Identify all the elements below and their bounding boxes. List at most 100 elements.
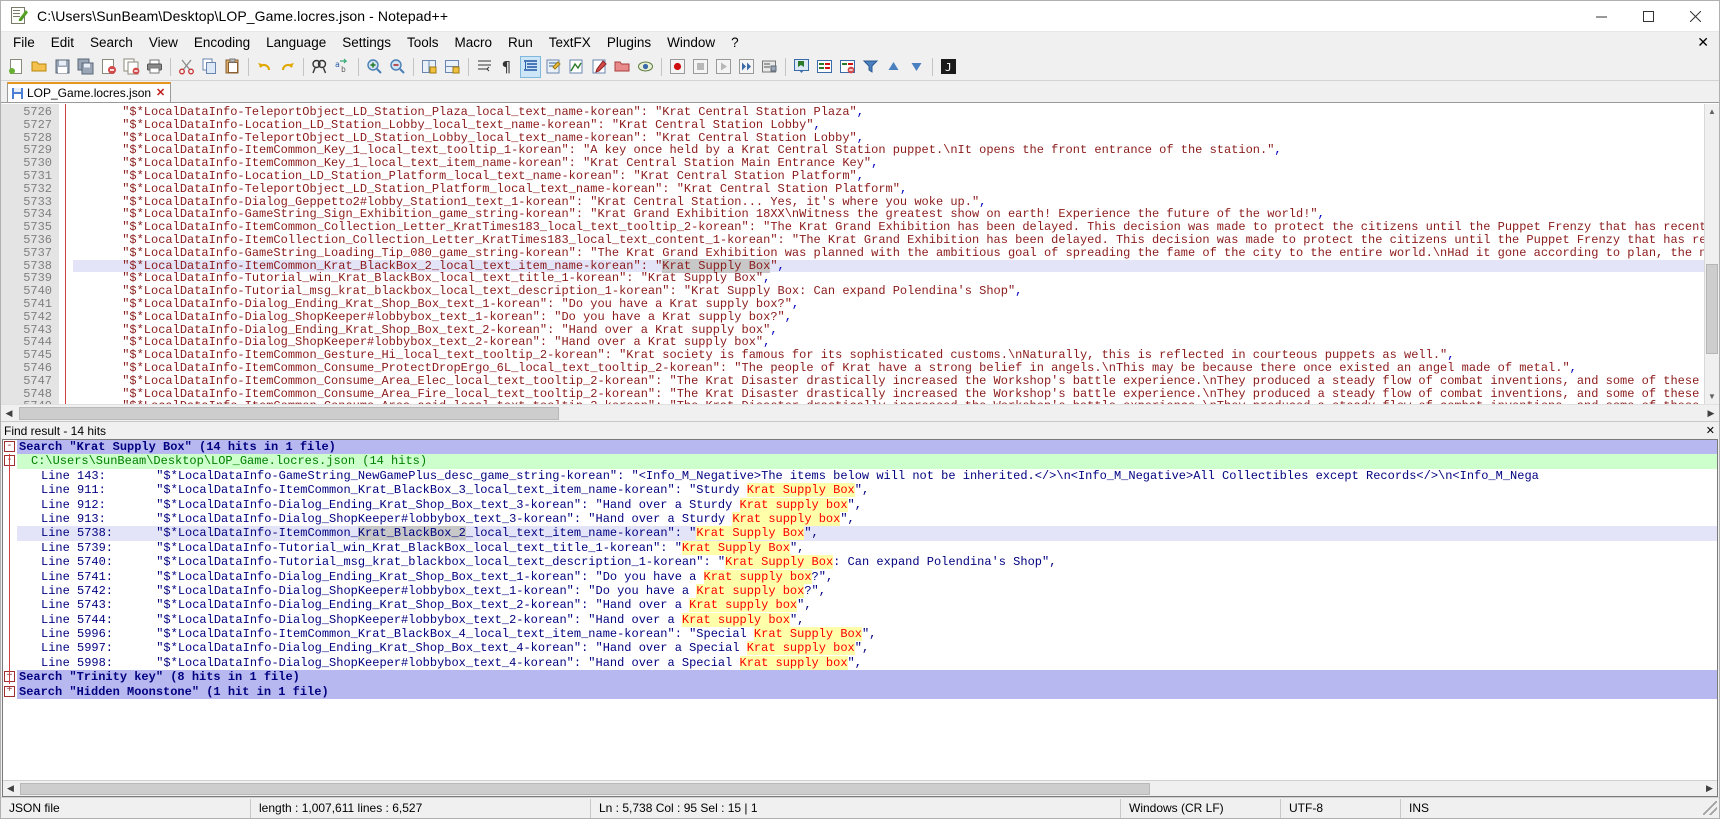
find-result-close-icon[interactable]: ✕	[1706, 424, 1715, 437]
remove-unmarked-icon[interactable]	[837, 56, 858, 78]
find-result-hit-row[interactable]: Line 5744: "$*LocalDataInfo-Dialog_ShopK…	[17, 612, 1717, 628]
user-define-dialog-icon[interactable]	[543, 56, 564, 78]
code-line[interactable]: "$*LocalDataInfo-TeleportObject_LD_Stati…	[73, 182, 1704, 196]
scroll-up-icon[interactable]: ▲	[1705, 104, 1719, 119]
find-result-list[interactable]: Search "Krat Supply Box" (14 hits in 1 f…	[17, 440, 1717, 780]
cut-icon[interactable]	[176, 56, 197, 78]
code-line[interactable]: "$*LocalDataInfo-Dialog_Ending_Krat_Shop…	[73, 298, 1704, 311]
maximize-icon[interactable]	[1625, 1, 1672, 32]
tab-close-icon[interactable]: ✕	[155, 87, 166, 99]
zoom-out-icon[interactable]	[387, 56, 408, 78]
menu-settings[interactable]: Settings	[334, 33, 399, 53]
scroll-left-icon[interactable]: ◀	[1, 405, 17, 421]
close-document-icon[interactable]: ✕	[1697, 34, 1709, 51]
fr-scroll-right-icon[interactable]: ▶	[1702, 783, 1717, 794]
invert-bookmark-icon[interactable]	[860, 56, 881, 78]
find-result-hit-row[interactable]: Line 5998: "$*LocalDataInfo-Dialog_ShopK…	[17, 655, 1717, 671]
code-line[interactable]: "$*LocalDataInfo-ItemCommon_Consume_Area…	[73, 400, 1704, 404]
status-insert-mode[interactable]: INS	[1401, 799, 1461, 818]
copy-icon[interactable]	[199, 56, 220, 78]
close-file-icon[interactable]	[98, 56, 119, 78]
find-result-hit-row[interactable]: Line 911: "$*LocalDataInfo-ItemCommon_Kr…	[17, 483, 1717, 498]
save-macro-icon[interactable]	[759, 56, 780, 78]
code-line[interactable]: "$*LocalDataInfo-ItemCollection_Collecti…	[73, 234, 1704, 247]
find-result-hit-row[interactable]: Line 5738: "$*LocalDataInfo-ItemCommon_K…	[17, 526, 1717, 541]
scroll-right-icon[interactable]: ▶	[1703, 405, 1719, 421]
word-wrap-icon[interactable]	[474, 56, 495, 78]
code-area[interactable]: "$*LocalDataInfo-TeleportObject_LD_Stati…	[73, 104, 1704, 404]
status-encoding[interactable]: UTF-8	[1281, 798, 1401, 818]
code-line[interactable]: "$*LocalDataInfo-TeleportObject_LD_Stati…	[73, 106, 1704, 119]
find-result-horizontal-scrollbar[interactable]: ◀ ▶	[3, 780, 1717, 796]
paste-icon[interactable]	[222, 56, 243, 78]
find-result-hit-row[interactable]: Line 913: "$*LocalDataInfo-Dialog_ShopKe…	[17, 511, 1717, 527]
menu-window[interactable]: Window	[659, 33, 723, 53]
find-result-hit-row[interactable]: Line 912: "$*LocalDataInfo-Dialog_Ending…	[17, 497, 1717, 512]
close-all-icon[interactable]	[121, 56, 142, 78]
menu-help[interactable]: ?	[723, 33, 747, 53]
menu-textfx[interactable]: TextFX	[541, 33, 599, 53]
next-bookmark-icon[interactable]	[906, 56, 927, 78]
hscroll-track[interactable]	[17, 405, 1703, 421]
vscroll-track[interactable]	[1705, 119, 1719, 389]
editor-vertical-scrollbar[interactable]: ▲ ▼	[1704, 104, 1719, 404]
expand-icon[interactable]: +	[4, 685, 15, 697]
find-result-hit-row[interactable]: Line 5741: "$*LocalDataInfo-Dialog_Endin…	[17, 569, 1717, 584]
function-list-icon[interactable]	[589, 56, 610, 78]
find-icon[interactable]	[309, 56, 330, 78]
hscroll-thumb[interactable]	[19, 406, 559, 420]
minimize-icon[interactable]	[1578, 1, 1625, 32]
document-map-icon[interactable]	[566, 56, 587, 78]
menu-file[interactable]: File	[5, 33, 43, 53]
editor-horizontal-scrollbar[interactable]: ◀ ▶	[1, 404, 1719, 421]
code-line[interactable]: "$*LocalDataInfo-GameString_Loading_Tip_…	[73, 246, 1704, 260]
find-result-hit-row[interactable]: Line 5739: "$*LocalDataInfo-Tutorial_win…	[17, 540, 1717, 556]
code-line[interactable]: "$*LocalDataInfo-Dialog_ShopKeeper#lobby…	[73, 310, 1704, 324]
remove-bookmark-icon[interactable]	[814, 56, 835, 78]
find-result-hit-row[interactable]: Line 5740: "$*LocalDataInfo-Tutorial_msg…	[17, 555, 1717, 570]
open-file-icon[interactable]	[29, 56, 50, 78]
status-eol-format[interactable]: Windows (CR LF)	[1121, 798, 1281, 818]
menu-language[interactable]: Language	[258, 33, 334, 53]
scroll-down-icon[interactable]: ▼	[1705, 389, 1719, 404]
find-result-hit-row[interactable]: Line 5996: "$*LocalDataInfo-ItemCommon_K…	[17, 627, 1717, 642]
stop-recording-icon[interactable]	[690, 56, 711, 78]
tab-lop-game-locres-json[interactable]: LOP_Game.locres.json ✕	[7, 82, 172, 102]
save-icon[interactable]	[52, 56, 73, 78]
replace-icon[interactable]: ab	[332, 56, 353, 78]
code-line[interactable]: "$*LocalDataInfo-ItemCommon_Consume_Prot…	[73, 362, 1704, 375]
menu-run[interactable]: Run	[500, 33, 541, 53]
menu-plugins[interactable]: Plugins	[599, 33, 659, 53]
find-result-hit-row[interactable]: Line 143: "$*LocalDataInfo-GameString_Ne…	[17, 468, 1717, 484]
save-all-icon[interactable]	[75, 56, 96, 78]
code-line[interactable]: "$*LocalDataInfo-ItemCommon_Consume_Area…	[73, 374, 1704, 388]
menu-encoding[interactable]: Encoding	[186, 33, 258, 53]
json-viewer-icon[interactable]: J	[938, 56, 959, 78]
menu-view[interactable]: View	[141, 33, 186, 53]
sync-vertical-scroll-icon[interactable]	[419, 56, 440, 78]
play-macro-icon[interactable]	[713, 56, 734, 78]
record-macro-icon[interactable]	[667, 56, 688, 78]
find-result-hit-row[interactable]: Line 5742: "$*LocalDataInfo-Dialog_ShopK…	[17, 583, 1717, 599]
previous-bookmark-icon[interactable]	[883, 56, 904, 78]
menu-tools[interactable]: Tools	[399, 33, 447, 53]
print-icon[interactable]	[144, 56, 165, 78]
find-result-fold-margin[interactable]: --++	[3, 440, 17, 780]
menu-edit[interactable]: Edit	[43, 33, 82, 53]
new-file-icon[interactable]	[6, 56, 27, 78]
find-result-hit-row[interactable]: Line 5997: "$*LocalDataInfo-Dialog_Endin…	[17, 641, 1717, 656]
redo-icon[interactable]	[277, 56, 298, 78]
folder-as-workspace-icon[interactable]	[612, 56, 633, 78]
resize-grip-icon[interactable]	[1703, 801, 1717, 815]
find-result-search-header[interactable]: Search "Hidden Moonstone" (1 hit in 1 fi…	[17, 684, 1717, 700]
find-result-hit-row[interactable]: Line 5743: "$*LocalDataInfo-Dialog_Endin…	[17, 598, 1717, 613]
fr-hscroll-thumb[interactable]	[20, 782, 1150, 795]
find-result-search-header[interactable]: Search "Trinity key" (8 hits in 1 file)	[17, 670, 1717, 685]
menu-search[interactable]: Search	[82, 33, 141, 53]
vscroll-thumb[interactable]	[1706, 264, 1718, 354]
collapse-icon[interactable]: -	[4, 441, 15, 452]
sync-horizontal-scroll-icon[interactable]	[442, 56, 463, 78]
undo-icon[interactable]	[254, 56, 275, 78]
menu-macro[interactable]: Macro	[447, 33, 501, 53]
code-line[interactable]: "$*LocalDataInfo-Location_LD_Station_Pla…	[73, 170, 1704, 183]
